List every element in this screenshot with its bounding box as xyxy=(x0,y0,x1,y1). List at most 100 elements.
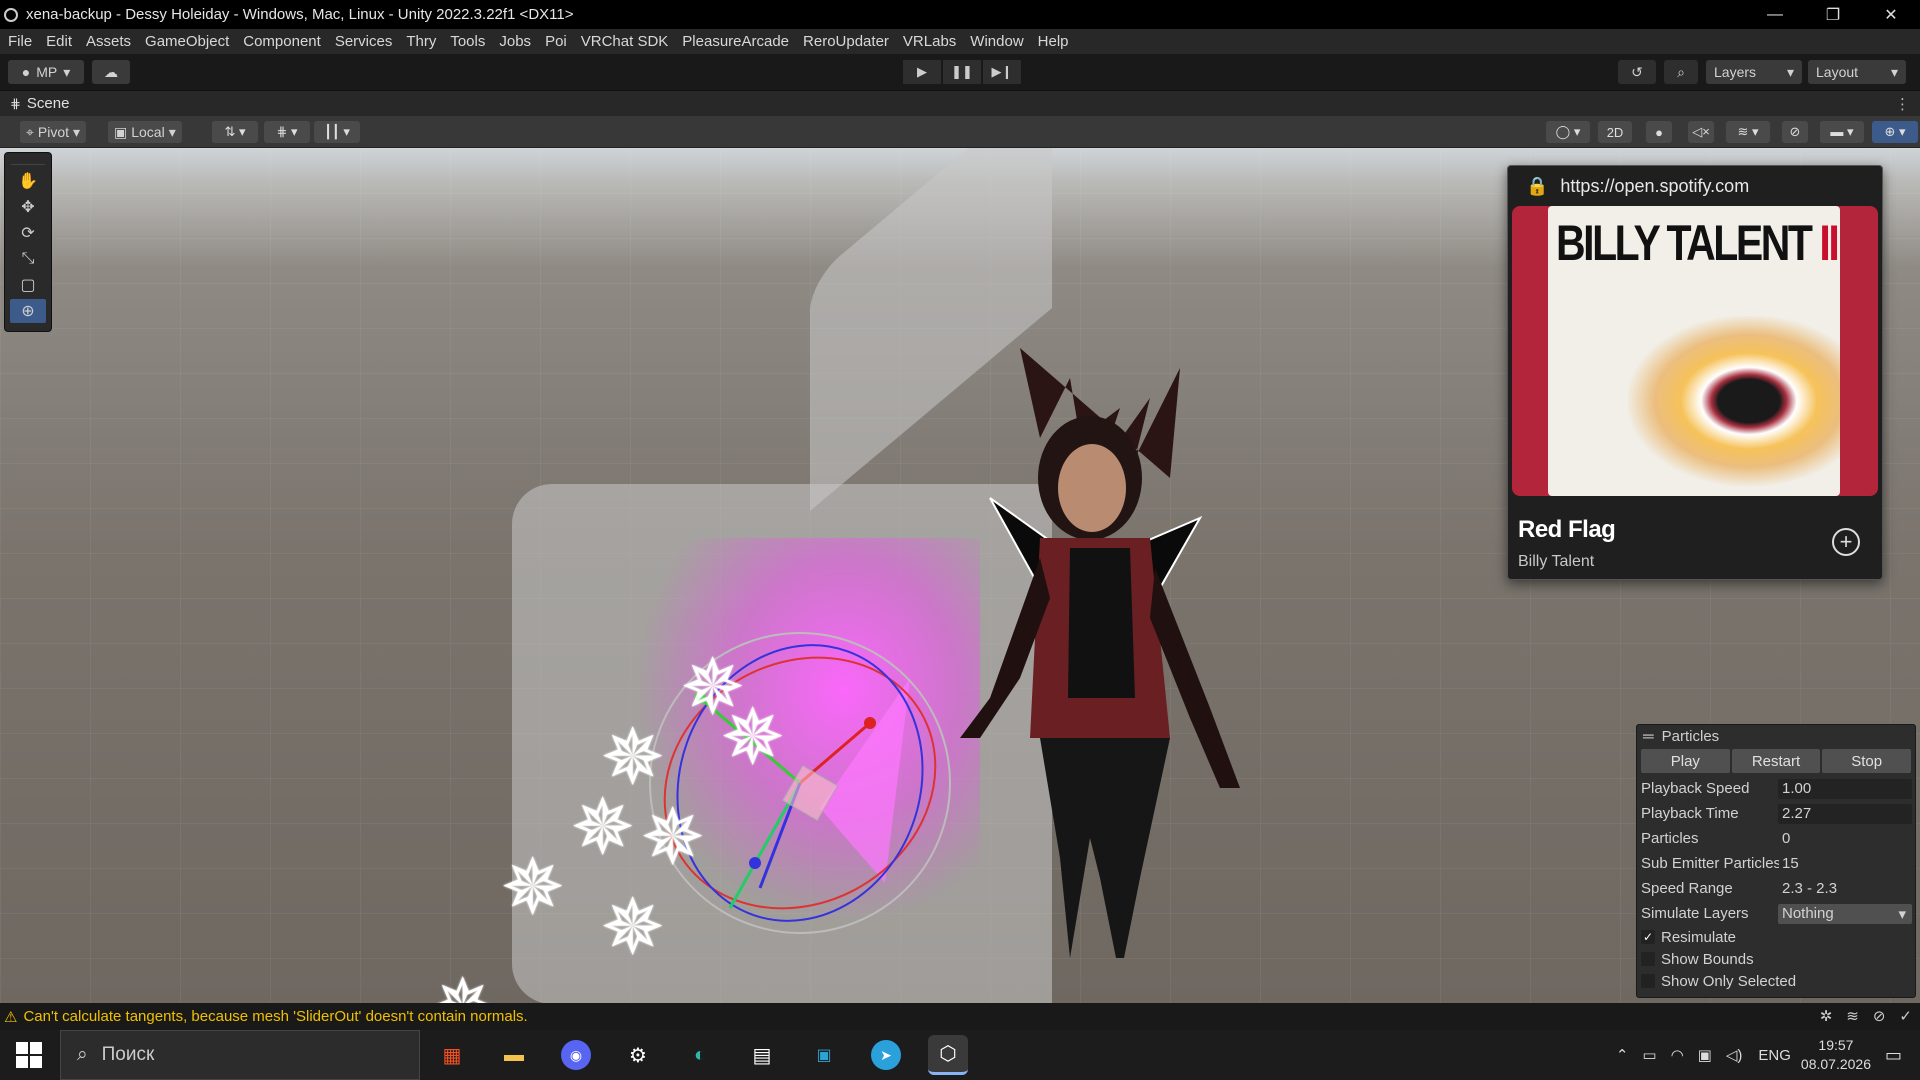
checkbox-icon[interactable] xyxy=(1641,952,1655,966)
menu-tools[interactable]: Tools xyxy=(450,33,485,50)
playback-speed-field[interactable]: 1.00 xyxy=(1778,778,1912,799)
draw-mode-dropdown[interactable]: ◯ ▾ xyxy=(1546,121,1590,143)
menu-assets[interactable]: Assets xyxy=(86,33,131,50)
resimulate-toggle[interactable]: ✓ Resimulate xyxy=(1637,926,1915,948)
particles-stop-button[interactable]: Stop xyxy=(1822,749,1912,773)
history-button[interactable]: ↺ xyxy=(1618,60,1656,84)
menu-vrchat-sdk[interactable]: VRChat SDK xyxy=(581,33,669,50)
plus-icon: + xyxy=(1839,529,1853,554)
store-app[interactable]: ▦ xyxy=(432,1035,472,1075)
menu-file[interactable]: File xyxy=(8,33,32,50)
gizmo-x-handle[interactable] xyxy=(864,717,876,729)
cc-app[interactable]: ▣ xyxy=(804,1035,844,1075)
menu-vrlabs[interactable]: VRLabs xyxy=(903,33,956,50)
show-only-selected-toggle[interactable]: Show Only Selected xyxy=(1637,970,1915,992)
menu-edit[interactable]: Edit xyxy=(46,33,72,50)
steam-app[interactable]: ⚙ xyxy=(618,1035,658,1075)
effects-dropdown[interactable]: ≋ ▾ xyxy=(1726,121,1770,143)
menu-window[interactable]: Window xyxy=(970,33,1023,50)
discord-app[interactable]: ◉ xyxy=(556,1035,596,1075)
transform-gizmo[interactable] xyxy=(640,508,960,988)
menu-pleasurearcade[interactable]: PleasureArcade xyxy=(682,33,789,50)
simulate-layers-dropdown[interactable]: Nothing ▾ xyxy=(1778,903,1912,924)
scale-tool[interactable]: ⤡ xyxy=(10,247,46,271)
check-circle-icon[interactable]: ✓ xyxy=(1899,1007,1912,1025)
menu-services[interactable]: Services xyxy=(335,33,393,50)
taskbar-search-placeholder: Поиск xyxy=(101,1044,155,1065)
snap-toggle[interactable]: ⇅ ▾ xyxy=(212,121,258,143)
artist-name[interactable]: Billy Talent xyxy=(1518,553,1594,571)
debug-icon[interactable]: ✲ xyxy=(1820,1007,1833,1025)
add-to-library-button[interactable]: + xyxy=(1832,528,1860,556)
layout-dropdown[interactable]: Layout ▾ xyxy=(1808,60,1906,84)
increment-snap-toggle[interactable]: ┃┃ ▾ xyxy=(314,121,360,143)
lighting-toggle[interactable]: ● xyxy=(1646,121,1672,143)
edge-app[interactable]: ◐ xyxy=(680,1035,720,1075)
gizmo-z-handle[interactable] xyxy=(749,857,761,869)
toggle-2d-button[interactable]: 2D xyxy=(1598,121,1632,143)
play-button[interactable]: ▶ xyxy=(903,60,941,84)
rotate-tool[interactable]: ⟳ xyxy=(10,221,46,245)
gizmos-dropdown[interactable]: ⊕ ▾ xyxy=(1872,121,1918,143)
wifi-icon[interactable]: ◠ xyxy=(1671,1046,1684,1064)
explorer-app[interactable]: ▬ xyxy=(494,1035,534,1075)
menu-component[interactable]: Component xyxy=(243,33,321,50)
stack-icon[interactable]: ≋ xyxy=(1846,1007,1859,1025)
playback-time-field[interactable]: 2.27 xyxy=(1778,803,1912,824)
pause-button[interactable]: ❚❚ xyxy=(943,60,981,84)
layers-dropdown[interactable]: Layers ▾ xyxy=(1706,60,1802,84)
avatar-model[interactable] xyxy=(920,318,1280,958)
grid-snap-toggle[interactable]: ⋕ ▾ xyxy=(264,121,310,143)
camera-dropdown[interactable]: ▬ ▾ xyxy=(1820,121,1864,143)
step-button[interactable]: ▶❙ xyxy=(983,60,1021,84)
start-button[interactable] xyxy=(16,1042,42,1068)
particles-restart-button[interactable]: Restart xyxy=(1731,749,1821,773)
restore-button[interactable]: ❐ xyxy=(1804,0,1862,29)
particles-header[interactable]: ═ Particles xyxy=(1637,725,1915,747)
particles-play-button[interactable]: Play xyxy=(1641,749,1730,773)
notifications-icon[interactable]: ▭ xyxy=(1885,1045,1902,1066)
network-off-icon[interactable]: ⊘ xyxy=(1873,1007,1886,1025)
menu-jobs[interactable]: Jobs xyxy=(499,33,531,50)
taskbar-clock[interactable]: 19:57 08.07.2026 xyxy=(1801,1036,1871,1074)
show-bounds-toggle[interactable]: Show Bounds xyxy=(1637,948,1915,970)
checkbox-checked-icon[interactable]: ✓ xyxy=(1641,930,1655,944)
menu-thry[interactable]: Thry xyxy=(406,33,436,50)
vpn-icon[interactable]: ▣ xyxy=(1698,1046,1712,1064)
cloud-button[interactable]: ☁ xyxy=(92,60,130,84)
menu-reroupdater[interactable]: ReroUpdater xyxy=(803,33,889,50)
volume-icon[interactable]: ◁) xyxy=(1726,1046,1743,1064)
menu-help[interactable]: Help xyxy=(1038,33,1069,50)
scene-visibility-toggle[interactable]: ⊘ xyxy=(1782,121,1808,143)
close-button[interactable]: ✕ xyxy=(1862,0,1920,29)
hub-app[interactable]: ▤ xyxy=(742,1035,782,1075)
unity-app[interactable]: ⬡ xyxy=(928,1035,968,1075)
battery-icon[interactable]: ▭ xyxy=(1642,1046,1656,1064)
spotify-miniplayer[interactable]: 🔒 https://open.spotify.com BILLY TALENT … xyxy=(1507,165,1883,580)
menu-gameobject[interactable]: GameObject xyxy=(145,33,229,50)
telegram-app[interactable]: ➤ xyxy=(866,1035,906,1075)
rect-tool[interactable]: ▢ xyxy=(10,273,46,297)
pivot-dropdown[interactable]: ⌖ Pivot ▾ xyxy=(20,121,87,143)
status-message[interactable]: Can't calculate tangents, because mesh '… xyxy=(23,1008,527,1025)
account-dropdown[interactable]: ● MP ▾ xyxy=(8,60,84,84)
checkbox-icon[interactable] xyxy=(1641,974,1655,988)
audio-toggle[interactable]: ◁× xyxy=(1688,121,1714,143)
kebab-menu-icon[interactable]: ⋮ xyxy=(1895,95,1910,113)
search-button[interactable]: ⌕ xyxy=(1664,60,1698,84)
hand-tool[interactable]: ✋ xyxy=(10,169,46,193)
transform-tool[interactable]: ⊕ xyxy=(10,299,46,323)
minimize-button[interactable]: — xyxy=(1746,0,1804,29)
tablet-icon: ▤ xyxy=(752,1044,772,1067)
menu-poi[interactable]: Poi xyxy=(545,33,567,50)
local-dropdown[interactable]: ▣ Local ▾ xyxy=(108,121,182,143)
language-indicator[interactable]: ENG xyxy=(1758,1047,1791,1064)
palette-grip[interactable] xyxy=(11,157,45,165)
console-status-bar[interactable]: ⚠ Can't calculate tangents, because mesh… xyxy=(0,1003,1920,1030)
chevron-up-icon[interactable]: ⌃ xyxy=(1616,1046,1629,1064)
taskbar-search[interactable]: ⌕ Поиск xyxy=(60,1030,420,1080)
tab-scene[interactable]: ⋕ Scene xyxy=(10,95,69,112)
move-tool[interactable]: ✥ xyxy=(10,195,46,219)
particle-star: ✵ xyxy=(500,843,566,931)
windows-logo-tile xyxy=(30,1042,42,1054)
